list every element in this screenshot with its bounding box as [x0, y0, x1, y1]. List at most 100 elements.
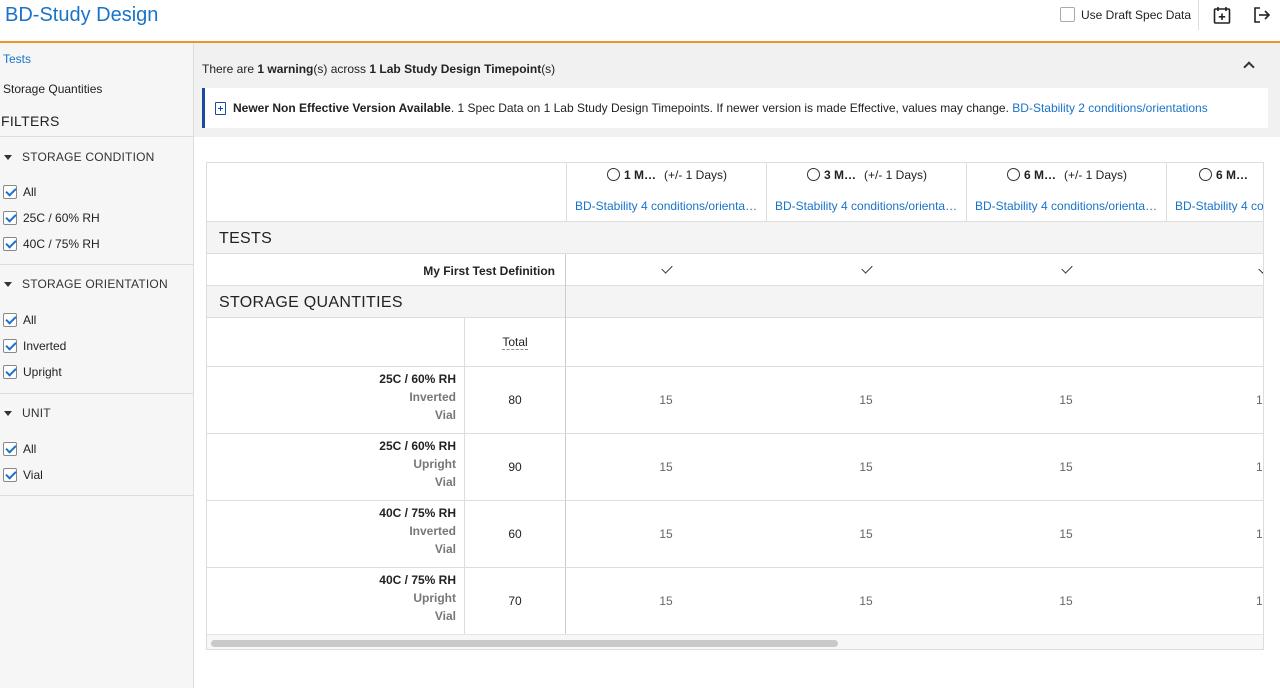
storage-section-title: STORAGE QUANTITIES: [219, 294, 403, 311]
radio-icon[interactable]: [806, 168, 820, 181]
timepoint-title[interactable]: 3 M… (+/- 1 Days): [767, 168, 967, 182]
check-icon: [661, 262, 673, 274]
timepoint-window: (+/- 1 Days): [1064, 168, 1128, 182]
warning-target: 1 Lab Study Design Timepoint: [369, 62, 542, 76]
warning-message-link[interactable]: BD-Stability 2 conditions/orientations: [1012, 101, 1207, 115]
divider: [207, 433, 1263, 434]
checkbox-checked-icon[interactable]: [3, 339, 17, 353]
filter-item-label: All: [23, 313, 37, 327]
app-header: BD-Study Design Use Draft Spec Data: [0, 0, 1280, 43]
collapse-chevron-up-icon[interactable]: [1243, 61, 1255, 73]
divider: [207, 500, 1263, 501]
filter-item[interactable]: Upright: [3, 365, 62, 379]
divider: [207, 221, 1263, 222]
quantity-cell[interactable]: 15: [966, 527, 1166, 541]
check-icon: [1061, 262, 1073, 274]
radio-icon[interactable]: [1199, 168, 1212, 181]
timepoint-name: 1 M…: [623, 168, 656, 182]
quantity-cell[interactable]: 15: [966, 594, 1166, 608]
sidebar-link-storage-quantities[interactable]: Storage Quantities: [3, 82, 102, 96]
filter-section-header[interactable]: STORAGE CONDITION: [4, 150, 155, 164]
quantity-cell[interactable]: 15: [566, 594, 766, 608]
storage-row-label: 40C / 75% RH Upright Vial: [207, 571, 456, 625]
caret-down-icon: [4, 154, 12, 160]
row-total: 90: [508, 460, 522, 474]
filter-section-storage-orientation: STORAGE ORIENTATION All Inverted Upright: [0, 264, 193, 393]
checkbox-checked-icon[interactable]: [3, 211, 17, 225]
horizontal-scrollbar[interactable]: [207, 634, 1263, 649]
filter-item[interactable]: 40C / 75% RH: [3, 237, 100, 251]
row-unit: Vial: [434, 475, 456, 489]
header-divider: [1198, 0, 1199, 30]
draft-spec-toggle[interactable]: Use Draft Spec Data: [1060, 7, 1191, 22]
divider: [207, 253, 1263, 254]
timepoint-title[interactable]: 6 M… (+/- 1 Days): [967, 168, 1167, 182]
warning-summary-text: (s): [541, 62, 556, 76]
filter-item[interactable]: Vial: [3, 468, 43, 482]
sidebar: Tests Storage Quantities FILTERS STORAGE…: [0, 43, 194, 688]
quantity-cell[interactable]: 15: [966, 393, 1166, 407]
filter-section-storage-condition: STORAGE CONDITION All 25C / 60% RH 40C /…: [0, 136, 193, 264]
filter-item-label: All: [23, 442, 37, 456]
timepoint-name: 6 M…: [1216, 168, 1249, 182]
timepoint-spec-link[interactable]: BD-Stability 4 conditions/orienta…: [775, 199, 961, 213]
checkbox-checked-icon[interactable]: [3, 365, 17, 379]
check-icon: [861, 262, 873, 274]
timepoint-spec-link[interactable]: BD-Stability 4 conditions/orienta…: [575, 199, 761, 213]
row-orientation: Upright: [413, 457, 456, 471]
total-column-header[interactable]: Total: [465, 335, 565, 350]
radio-icon[interactable]: [606, 168, 620, 181]
quantity-cell[interactable]: 15: [566, 527, 766, 541]
filter-section-header[interactable]: STORAGE ORIENTATION: [4, 277, 168, 291]
checkbox-checked-icon[interactable]: [3, 313, 17, 327]
draft-spec-checkbox[interactable]: [1060, 7, 1075, 22]
sidebar-link-tests[interactable]: Tests: [3, 52, 31, 66]
main-content: There are 1 warning(s) across 1 Lab Stud…: [194, 43, 1280, 688]
filter-item[interactable]: All: [3, 185, 36, 199]
quantity-cell[interactable]: 15: [766, 527, 966, 541]
quantity-cell[interactable]: 1: [1256, 527, 1263, 541]
quantity-cell[interactable]: 15: [566, 460, 766, 474]
checkbox-checked-icon[interactable]: [3, 468, 17, 482]
scrollbar-thumb[interactable]: [211, 640, 838, 647]
filter-section-title: STORAGE CONDITION: [22, 150, 155, 164]
filter-item[interactable]: All: [3, 442, 36, 456]
filter-section-header[interactable]: UNIT: [4, 406, 51, 420]
storage-row-label: 25C / 60% RH Inverted Vial: [207, 370, 456, 424]
quantity-cell[interactable]: 15: [766, 594, 966, 608]
checkbox-checked-icon[interactable]: [3, 185, 17, 199]
logout-icon[interactable]: [1252, 5, 1272, 25]
filter-item[interactable]: 25C / 60% RH: [3, 211, 100, 225]
checkbox-checked-icon[interactable]: [3, 442, 17, 456]
quantity-cell[interactable]: 1: [1256, 393, 1263, 407]
timepoint-title[interactable]: 6 M…: [1199, 168, 1263, 182]
timepoint-name: 6 M…: [1023, 168, 1056, 182]
warning-summary: There are 1 warning(s) across 1 Lab Stud…: [202, 62, 555, 76]
tests-section-title: TESTS: [219, 230, 273, 247]
filter-item[interactable]: Inverted: [3, 339, 66, 353]
quantity-cell[interactable]: 15: [766, 393, 966, 407]
warning-count: 1 warning: [257, 62, 314, 76]
row-condition: 40C / 75% RH: [379, 573, 456, 587]
divider: [207, 567, 1263, 568]
timepoint-spec-link[interactable]: BD-Stability 4 conditions/orienta…: [975, 199, 1161, 213]
quantity-cell[interactable]: 15: [766, 460, 966, 474]
radio-icon[interactable]: [1006, 168, 1020, 181]
row-condition: 25C / 60% RH: [379, 372, 456, 386]
filter-item-label: Upright: [23, 365, 62, 379]
calendar-add-icon[interactable]: [1212, 5, 1232, 25]
timepoint-window: (+/- 1 Days): [864, 168, 928, 182]
quantity-cell[interactable]: 15: [566, 393, 766, 407]
warning-panel: There are 1 warning(s) across 1 Lab Stud…: [194, 43, 1280, 137]
checkbox-checked-icon[interactable]: [3, 237, 17, 251]
timepoint-title[interactable]: 1 M… (+/- 1 Days): [567, 168, 767, 182]
filter-item[interactable]: All: [3, 313, 36, 327]
timepoint-spec-link[interactable]: BD-Stability 4 co: [1175, 199, 1263, 213]
filter-item-label: 40C / 75% RH: [23, 237, 100, 251]
quantity-cell[interactable]: 1: [1256, 594, 1263, 608]
test-name: My First Test Definition: [423, 264, 555, 278]
quantity-cell[interactable]: 15: [966, 460, 1166, 474]
app-title[interactable]: BD-Study Design: [5, 4, 158, 27]
quantity-cell[interactable]: 1: [1256, 460, 1263, 474]
timepoint-column-header: 1 M… (+/- 1 Days) BD-Stability 4 conditio…: [566, 163, 766, 222]
